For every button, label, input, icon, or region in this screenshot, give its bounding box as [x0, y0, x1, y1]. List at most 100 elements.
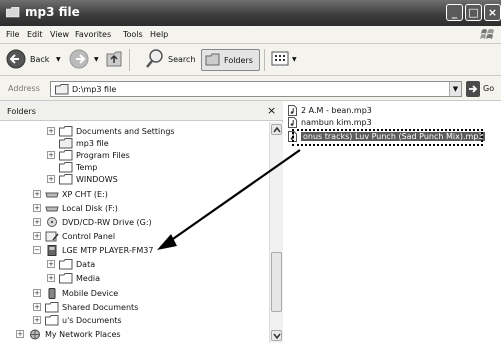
expand-icon[interactable]: +	[33, 303, 41, 311]
network-places-icon	[30, 329, 40, 340]
chevron-down-icon[interactable]: ▼	[449, 82, 461, 96]
folders-button[interactable]: Folders	[201, 49, 260, 71]
folder-icon	[59, 174, 73, 185]
audio-file-icon	[288, 117, 297, 128]
forward-dropdown-icon[interactable]: ▼	[94, 56, 99, 63]
folders-label: Folders	[224, 56, 253, 65]
tree-item[interactable]: + Media	[47, 273, 267, 285]
tree-item-label: Control Panel	[62, 232, 116, 241]
expand-icon[interactable]: +	[33, 218, 41, 226]
menu-view[interactable]: View	[50, 30, 69, 39]
toolbar-separator	[264, 49, 265, 71]
window-title: mp3 file	[25, 5, 80, 19]
tree-item-label: Data	[76, 260, 96, 269]
tree-item[interactable]: + Documents and Settings	[47, 126, 267, 138]
drive-icon	[45, 192, 59, 198]
expand-icon[interactable]: +	[47, 151, 55, 159]
tree-item-label: u's Documents	[62, 316, 122, 325]
folder-icon	[59, 126, 73, 137]
windows-logo-icon	[480, 29, 494, 39]
maximize-button[interactable]: □	[465, 4, 482, 21]
menu-bar: File Edit View Favorites Tools Help	[0, 26, 501, 44]
expand-icon[interactable]: +	[16, 330, 24, 338]
close-icon[interactable]: ×	[267, 104, 276, 117]
tree-item-label: mp3 file	[76, 139, 109, 148]
tree-item-label: Local Disk (F:)	[62, 204, 118, 213]
tree-item[interactable]: + Local Disk (F:)	[33, 203, 263, 215]
folders-pane: Folders × + Documents and Settings mp3 f…	[0, 101, 283, 343]
tree-item[interactable]: mp3 file	[47, 138, 267, 150]
close-button[interactable]: ×	[484, 4, 501, 21]
folder-icon	[6, 7, 20, 18]
tree-item-label: DVD/CD-RW Drive (G:)	[62, 218, 152, 227]
search-label[interactable]: Search	[168, 55, 195, 64]
folder-icon	[59, 150, 73, 161]
menu-file[interactable]: File	[6, 30, 19, 39]
toolbar-separator	[129, 49, 130, 71]
expand-icon[interactable]: +	[33, 190, 41, 198]
folder-icon	[45, 315, 59, 326]
folders-scrollbar[interactable]	[269, 122, 283, 343]
tree-item[interactable]: + Mobile Device	[33, 288, 263, 300]
tree-item[interactable]: + XP CHT (E:)	[33, 189, 263, 201]
views-dropdown-icon[interactable]: ▼	[292, 56, 297, 63]
tree-item-label: XP CHT (E:)	[62, 190, 108, 199]
go-button[interactable]	[466, 81, 480, 97]
mp3-player-icon	[47, 245, 57, 256]
folder-icon	[45, 302, 59, 313]
tree-item-label: Mobile Device	[62, 289, 119, 298]
address-bar: Address D:\mp3 file ▼ Go	[0, 76, 501, 101]
address-input[interactable]: D:\mp3 file ▼	[50, 81, 462, 97]
go-label[interactable]: Go	[483, 84, 494, 93]
scroll-thumb[interactable]	[271, 252, 282, 312]
tree-item[interactable]: − LGE MTP PLAYER-FM37	[33, 245, 263, 257]
menu-tools[interactable]: Tools	[123, 30, 143, 39]
tree-item[interactable]: + Program Files	[47, 150, 267, 162]
open-folder-icon	[59, 138, 73, 149]
tree-item[interactable]: Temp	[47, 162, 267, 174]
expand-icon[interactable]: +	[33, 289, 41, 297]
menu-help[interactable]: Help	[150, 30, 168, 39]
expand-icon[interactable]: +	[33, 316, 41, 324]
folder-icon	[59, 259, 73, 270]
tree-item[interactable]: + u's Documents	[33, 315, 263, 327]
file-name: 2 A.M - bean.mp3	[301, 106, 372, 115]
minimize-button[interactable]: _	[446, 4, 463, 21]
tree-item[interactable]: + Control Panel	[33, 231, 263, 243]
tree-item[interactable]: + My Network Places	[16, 329, 266, 341]
expand-icon[interactable]: +	[33, 204, 41, 212]
folder-icon	[59, 273, 73, 284]
search-icon[interactable]	[144, 44, 166, 74]
expand-icon[interactable]: +	[47, 260, 55, 268]
tree-item-label: WINDOWS	[76, 175, 118, 184]
address-label: Address	[8, 84, 40, 93]
expand-icon[interactable]: +	[47, 127, 55, 135]
scroll-down-icon[interactable]	[271, 330, 282, 341]
title-bar: mp3 file _ □ ×	[0, 0, 501, 26]
tree-item-label: Temp	[76, 163, 98, 172]
back-arrow-icon[interactable]	[5, 44, 27, 74]
tree-item[interactable]: + DVD/CD-RW Drive (G:)	[33, 217, 263, 229]
expand-icon[interactable]: +	[33, 232, 41, 240]
tree-item[interactable]: + Shared Documents	[33, 302, 263, 314]
menu-favorites[interactable]: Favorites	[75, 30, 111, 39]
folder-icon	[55, 84, 69, 95]
folder-icon	[59, 162, 73, 173]
expand-icon[interactable]: +	[47, 175, 55, 183]
tree-item[interactable]: + WINDOWS	[47, 174, 267, 186]
drag-selection-box	[292, 129, 483, 146]
tree-item[interactable]: + Data	[47, 259, 267, 271]
views-icon[interactable]	[270, 44, 290, 74]
tree-item-label: LGE MTP PLAYER-FM37	[62, 246, 154, 255]
tree-item-label: My Network Places	[45, 330, 121, 339]
menu-edit[interactable]: Edit	[27, 30, 43, 39]
toolbar: Back ▼ ▼ Search Folders ▼	[0, 44, 501, 76]
tree-item-label: Shared Documents	[62, 303, 139, 312]
scroll-up-icon[interactable]	[271, 124, 282, 135]
back-dropdown-icon[interactable]: ▼	[56, 56, 61, 63]
collapse-icon[interactable]: −	[33, 246, 41, 254]
up-folder-icon[interactable]	[104, 44, 124, 74]
expand-icon[interactable]: +	[47, 274, 55, 282]
back-label[interactable]: Back	[30, 55, 49, 64]
forward-arrow-icon[interactable]	[68, 44, 90, 74]
